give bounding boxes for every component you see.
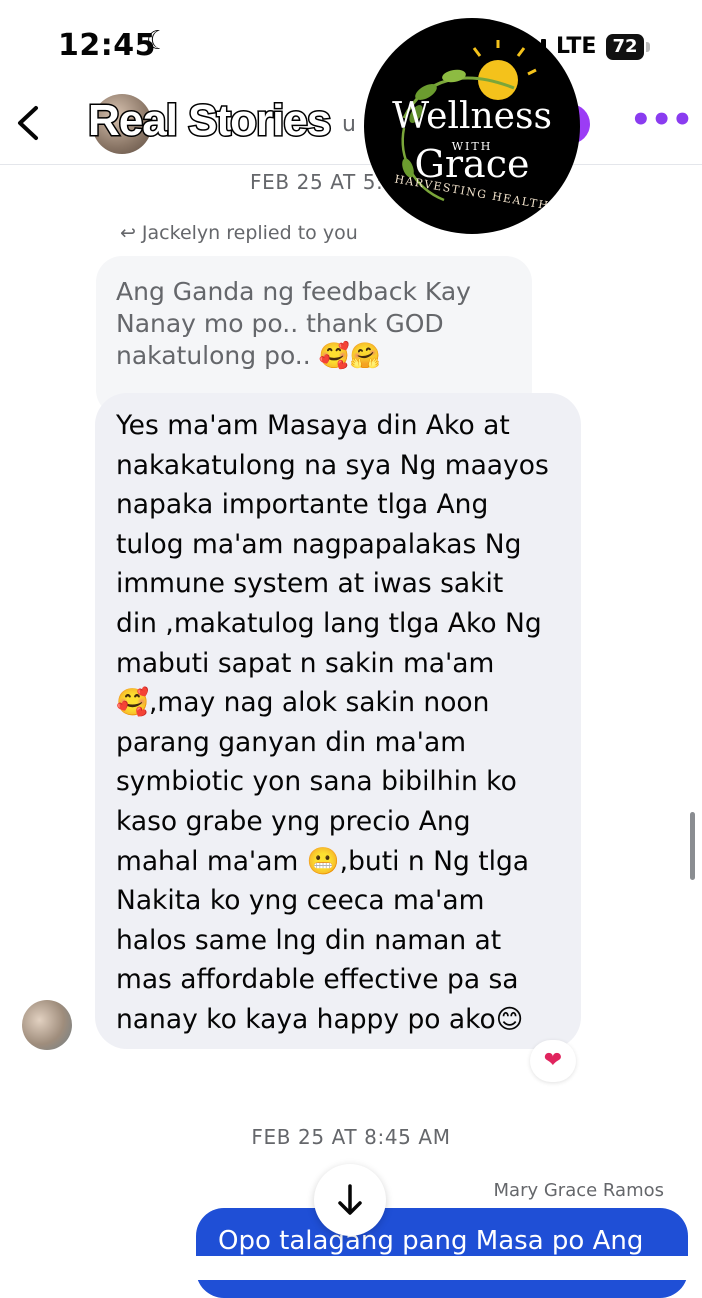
scrollbar[interactable] — [690, 812, 695, 880]
scroll-to-bottom-button[interactable] — [314, 1164, 386, 1236]
battery-tip — [646, 42, 650, 52]
sender-name: Mary Grace Ramos — [493, 1180, 664, 1201]
arrow-down-icon — [338, 1184, 362, 1215]
battery-icon: 72 — [606, 34, 644, 60]
moon-icon: ☾ — [146, 26, 170, 56]
header-divider — [0, 164, 702, 165]
chevron-left-icon — [18, 106, 38, 140]
more-dots-icon[interactable]: ••• — [630, 100, 693, 140]
bottom-clip — [0, 1256, 702, 1280]
heart-reaction-icon[interactable]: ❤ — [530, 1040, 576, 1082]
reply-indicator: ↩ Jackelyn replied to you — [120, 222, 358, 244]
sender-avatar[interactable] — [22, 1000, 72, 1050]
quoted-message-text: Ang Ganda ng feedback Kay Nanay mo po.. … — [116, 277, 471, 370]
back-button[interactable] — [10, 98, 50, 148]
timestamp: FEB 25 AT 8:45 AM — [251, 1125, 451, 1149]
message-text: Yes ma'am Masaya din Ako at nakakatulong… — [116, 410, 549, 1035]
status-time: 12:45 — [58, 28, 156, 63]
reply-arrow-icon: ↩ — [120, 222, 136, 244]
header-subtitle: u — [342, 112, 356, 137]
reply-indicator-label: Jackelyn replied to you — [141, 222, 358, 244]
logo-line1: Wellness — [392, 96, 552, 137]
wellness-logo: Wellness WITH Grace HARVESTING HEALTH — [364, 18, 580, 234]
header-title[interactable]: Real Stories — [86, 95, 332, 147]
my-message-bubble[interactable]: Opo talagang pang Masa po Ang — [196, 1208, 688, 1298]
my-message-text: Opo talagang pang Masa po Ang — [218, 1226, 644, 1256]
